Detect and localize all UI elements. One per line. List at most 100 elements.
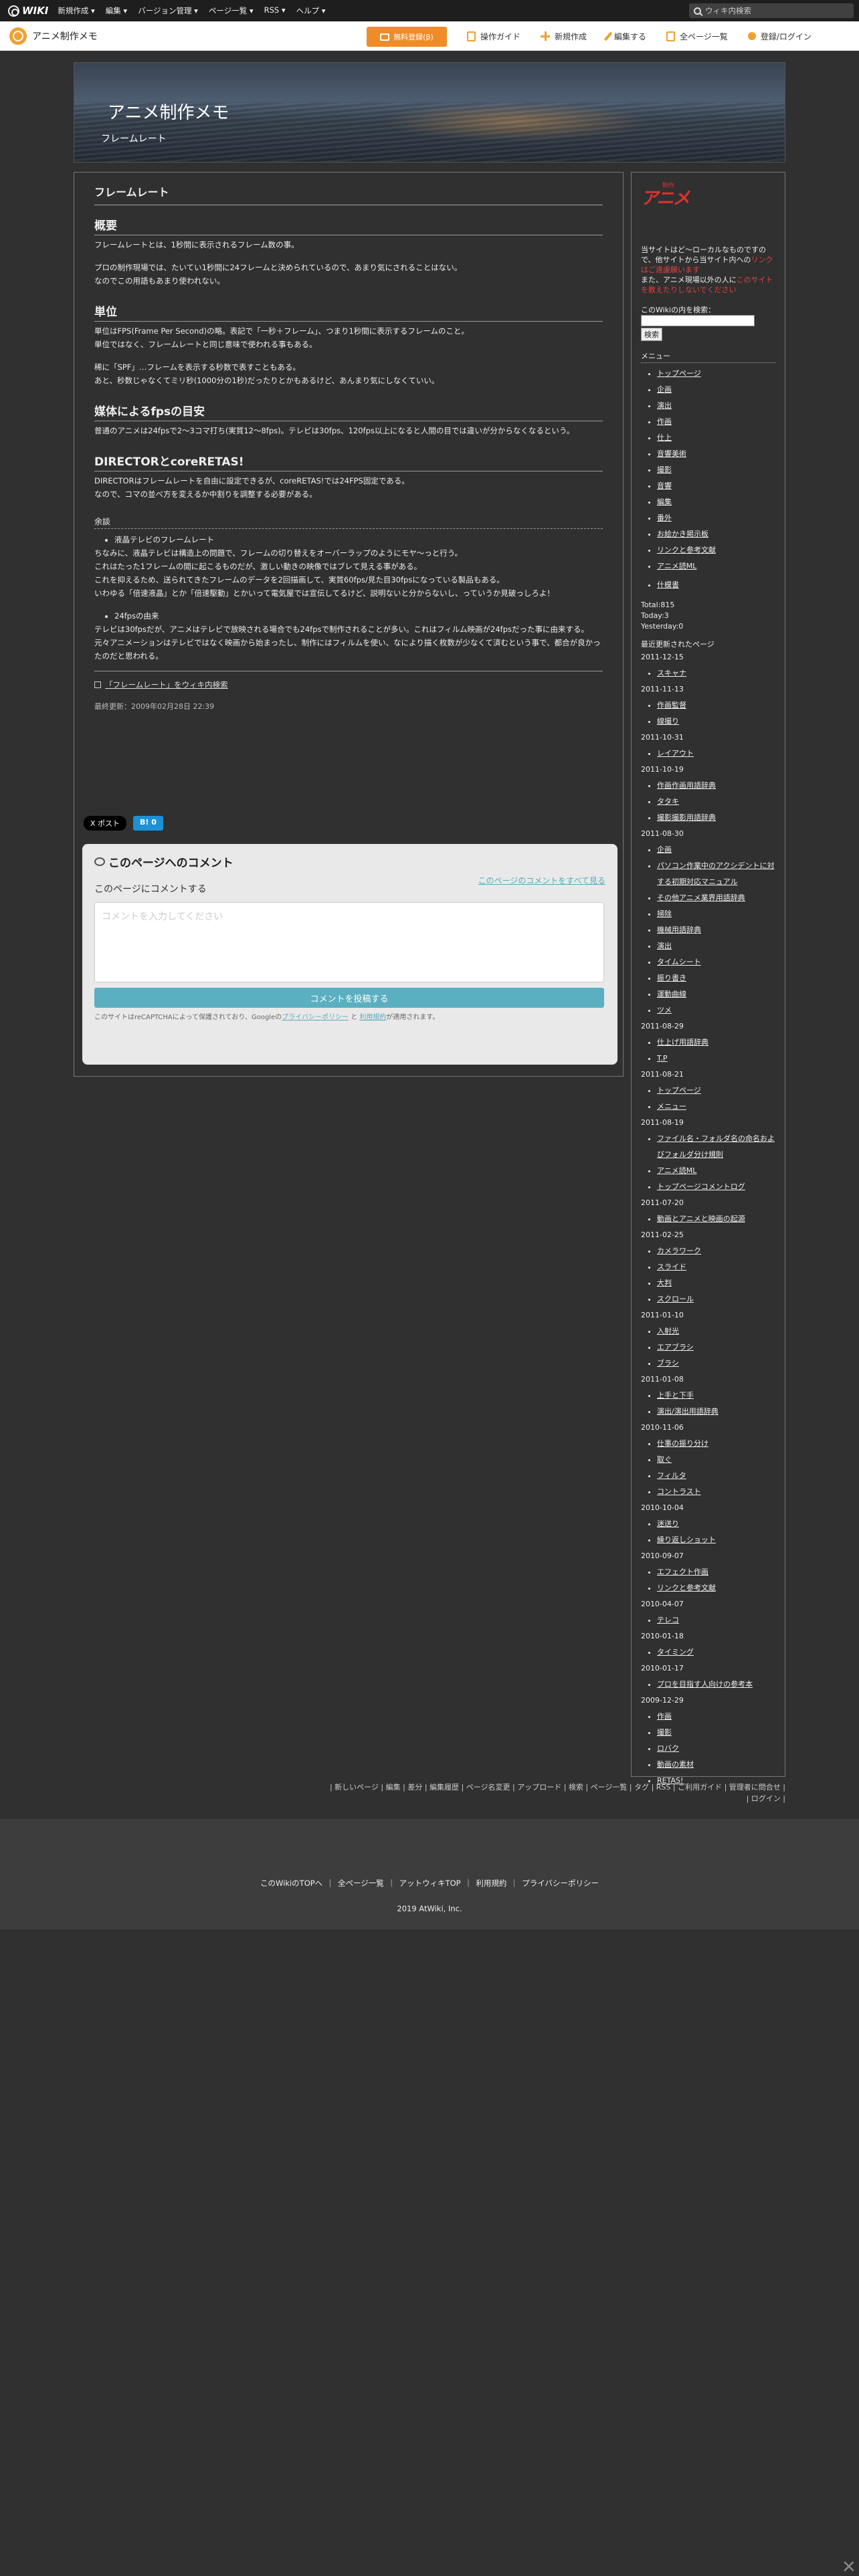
update-link[interactable]: スキャナ: [657, 669, 686, 677]
menu-version[interactable]: バージョン管理 ▾: [138, 5, 198, 16]
update-link[interactable]: ブラシ: [657, 1359, 679, 1368]
update-link[interactable]: トップページ: [657, 1086, 701, 1095]
update-link[interactable]: コントラスト: [657, 1487, 701, 1496]
menu-link[interactable]: トップページ: [657, 369, 701, 378]
update-list: 仕上げ用語辞典 T.P: [657, 1035, 775, 1067]
privacy-policy-link[interactable]: プライバシーポリシー: [282, 1014, 349, 1021]
update-link[interactable]: 作画: [657, 1712, 672, 1721]
update-link[interactable]: タイムシート: [657, 958, 701, 966]
update-link[interactable]: 掃除: [657, 909, 672, 918]
login-link[interactable]: 登録/ログイン: [747, 31, 812, 42]
update-link[interactable]: フィルタ: [657, 1471, 686, 1480]
update-link[interactable]: プロを目指す人向けの参考本: [657, 1680, 753, 1689]
update-link[interactable]: タタキ: [657, 797, 679, 806]
update-link[interactable]: スライド: [657, 1263, 686, 1271]
wiki-search-link[interactable]: 「フレームレート」をウィキ内検索: [94, 679, 603, 690]
update-link[interactable]: 上手と下手: [657, 1391, 694, 1400]
close-icon[interactable]: ✕: [842, 2559, 856, 2576]
guide-link[interactable]: 操作ガイド: [467, 31, 520, 42]
update-link[interactable]: エアブラシ: [657, 1343, 694, 1352]
update-link[interactable]: パソコン作業中のアクシデントに対する初期対応マニュアル: [657, 861, 774, 886]
update-link[interactable]: 入射光: [657, 1327, 679, 1335]
update-link[interactable]: タイミング: [657, 1648, 694, 1656]
menu-edit[interactable]: 編集 ▾: [106, 5, 127, 16]
update-link[interactable]: 撮影撮影用語辞典: [657, 813, 716, 822]
menu-link[interactable]: 音響: [657, 481, 672, 490]
update-link[interactable]: ロバク: [657, 1744, 679, 1753]
update-link[interactable]: カメラワーク: [657, 1247, 701, 1255]
update-link[interactable]: レイアウト: [657, 749, 694, 758]
sidebar-notice: 当サイトはど〜ローカルなものですので、他サイトから当サイト内へのリンクはご遠慮願…: [641, 245, 773, 294]
submit-comment-button[interactable]: コメントを投稿する: [94, 988, 604, 1008]
update-link[interactable]: テレコ: [657, 1616, 679, 1624]
menu-link[interactable]: 撮影: [657, 465, 672, 474]
see-all-comments-link[interactable]: このページのコメントをすべて見る: [478, 875, 605, 886]
update-link[interactable]: ファイル名・フォルダ名の命名およびフォルダ分け規則: [657, 1134, 775, 1159]
update-item: 繰り返しショット: [657, 1532, 775, 1548]
section-heading: 概要: [94, 216, 603, 235]
site-logo[interactable]: 制作 アニメ: [641, 183, 728, 225]
update-link[interactable]: リンクと参考文献: [657, 1584, 716, 1592]
hatena-bookmark-button[interactable]: B! 0: [133, 816, 163, 831]
site-title[interactable]: アニメ制作メモ: [108, 99, 229, 124]
sidebar-search-button[interactable]: 検索: [641, 328, 662, 341]
update-link[interactable]: スクロール: [657, 1295, 694, 1303]
update-link[interactable]: 演出: [657, 942, 672, 950]
update-link[interactable]: メニュー: [657, 1102, 686, 1111]
menu-rss[interactable]: RSS ▾: [264, 5, 286, 16]
menu-link[interactable]: 仕上: [657, 433, 672, 442]
menu-link[interactable]: 企画: [657, 385, 672, 394]
free-signup-button[interactable]: 無料登録(β): [367, 27, 447, 47]
update-link[interactable]: 企画: [657, 845, 672, 854]
edit-link[interactable]: 編集する: [603, 31, 646, 42]
page-tools-line[interactable]: | 新しいページ | 編集 | 差分 | 編集履歴 | ページ名変更 | アップ…: [268, 1782, 785, 1793]
update-link[interactable]: 演出/演出用語辞典: [657, 1407, 719, 1416]
update-link[interactable]: 大判: [657, 1279, 672, 1287]
terms-link[interactable]: 利用規約: [359, 1014, 386, 1021]
paragraph: 単位はFPS(Frame Per Second)の略。表記で「一秒＋フレーム」、…: [94, 326, 469, 336]
update-link[interactable]: 運動曲線: [657, 990, 686, 998]
update-link[interactable]: 仕事の振り分け: [657, 1439, 708, 1448]
update-link[interactable]: 線撮り: [657, 717, 679, 726]
menu-pages[interactable]: ページ一覧 ▾: [209, 5, 254, 16]
update-link[interactable]: 動画とアニメと映画の起源: [657, 1214, 745, 1223]
menu-link[interactable]: 音響美術: [657, 449, 686, 458]
update-link[interactable]: ツメ: [657, 1006, 672, 1014]
sidebar-search-input[interactable]: [641, 315, 755, 326]
footer-links[interactable]: このWikiのTOPへ ｜ 全ページ一覧 ｜ アットウィキTOP ｜ 利用規約 …: [0, 1878, 859, 1889]
menu-link[interactable]: 編集: [657, 498, 672, 506]
menu-link[interactable]: アニメ読ML: [657, 562, 696, 570]
menu-help[interactable]: ヘルプ ▾: [296, 5, 326, 16]
wiki-search-input[interactable]: ウィキ内検索: [689, 3, 854, 18]
update-link[interactable]: 機械用語辞典: [657, 926, 701, 934]
update-link[interactable]: 作画作画用語辞典: [657, 781, 716, 790]
update-link[interactable]: 繰り返しショット: [657, 1535, 716, 1544]
menu-item: 作画: [657, 414, 775, 430]
menu-link[interactable]: 演出: [657, 401, 672, 410]
update-link[interactable]: トップページコメントログ: [657, 1182, 745, 1191]
update-link[interactable]: 振り書き: [657, 974, 686, 982]
x-post-button[interactable]: X ポスト: [84, 816, 127, 831]
update-link[interactable]: 迷送り: [657, 1519, 679, 1528]
update-link[interactable]: 取ぐ: [657, 1455, 672, 1464]
menu-new[interactable]: 新規作成 ▾: [58, 5, 94, 16]
update-link[interactable]: 仕上げ用語辞典: [657, 1038, 708, 1047]
update-link[interactable]: エフェクト作画: [657, 1568, 708, 1576]
update-link[interactable]: 撮影: [657, 1728, 672, 1737]
site-name[interactable]: アニメ制作メモ: [32, 29, 98, 43]
menu-link[interactable]: お絵かき掲示板: [657, 530, 708, 538]
update-link[interactable]: T.P: [657, 1054, 668, 1063]
menu-link[interactable]: リンクと参考文献: [657, 546, 716, 554]
comment-input[interactable]: [94, 902, 604, 982]
update-link[interactable]: 作画監督: [657, 701, 686, 710]
update-link[interactable]: アニメ読ML: [657, 1166, 696, 1175]
update-link[interactable]: 動画の素材: [657, 1760, 694, 1769]
atwiki-logo[interactable]: WIKI: [8, 5, 48, 17]
new-page-link[interactable]: 新規作成: [541, 31, 587, 42]
update-item: 運動曲線: [657, 986, 775, 1002]
all-pages-link[interactable]: 全ページ一覧: [666, 31, 728, 42]
menu-link[interactable]: 作画: [657, 417, 672, 426]
update-link[interactable]: その他アニメ業界用語辞典: [657, 893, 745, 902]
page-tools-line[interactable]: | ログイン |: [268, 1793, 785, 1804]
menu-link[interactable]: 番外: [657, 514, 672, 522]
